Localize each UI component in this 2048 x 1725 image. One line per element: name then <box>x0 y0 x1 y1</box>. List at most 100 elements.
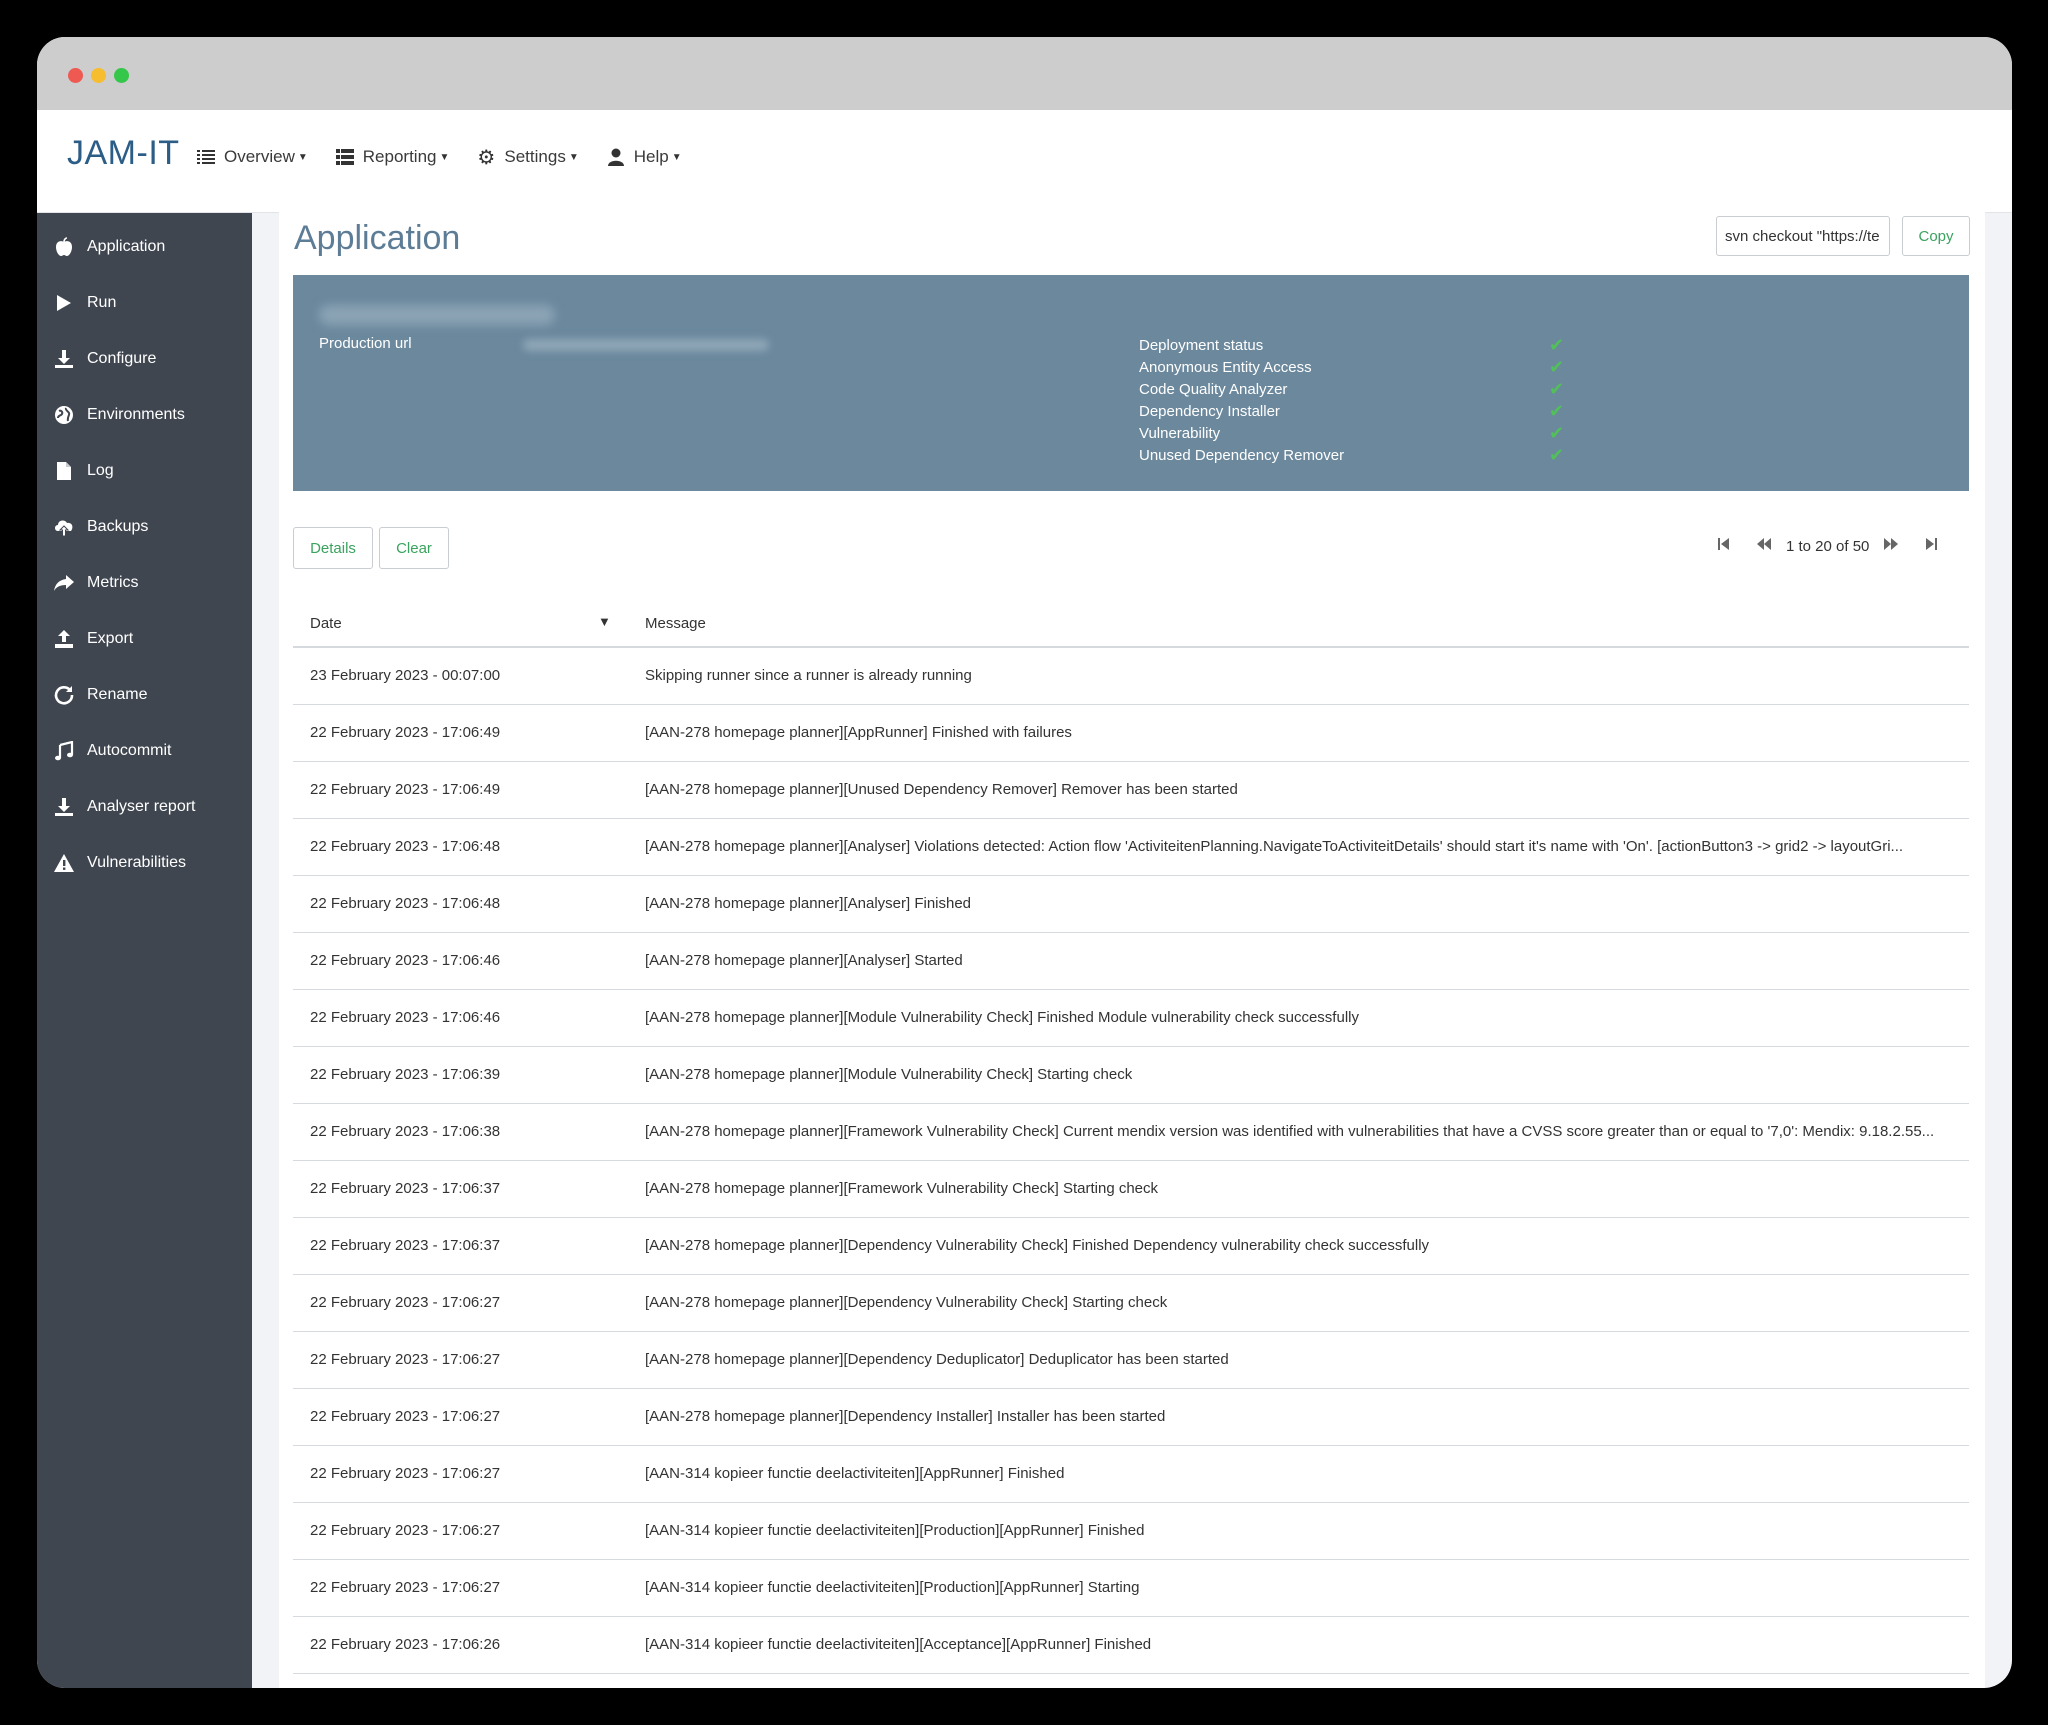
table-row[interactable]: 23 February 2023 - 00:07:00 Skipping runn… <box>293 648 1969 705</box>
maximize-window-button[interactable] <box>114 68 129 83</box>
column-header-message[interactable]: Message <box>645 615 706 632</box>
table-row[interactable]: 22 February 2023 - 17:06:27 [AAN-314 kopi… <box>293 1560 1969 1617</box>
nav-overview-label: Overview <box>224 147 295 166</box>
sidebar-item-label: Autocommit <box>87 742 172 759</box>
status-label: Unused Dependency Remover <box>1139 446 1345 464</box>
sidebar-item-label: Run <box>87 294 117 311</box>
row-message: [AAN-278 homepage planner][Analyser] Sta… <box>645 952 963 969</box>
sidebar-item-autocommit[interactable]: Autocommit <box>51 734 171 768</box>
clear-button[interactable]: Clear <box>379 527 449 569</box>
caret-down-icon: ▼ <box>671 151 682 163</box>
table-row[interactable]: 22 February 2023 - 17:06:46 [AAN-278 home… <box>293 933 1969 990</box>
minimize-window-button[interactable] <box>91 68 106 83</box>
row-date: 22 February 2023 - 17:06:27 <box>310 1294 501 1311</box>
nav-help-label: Help <box>633 147 669 166</box>
music-note-icon <box>51 738 77 764</box>
check-icon: ✔ <box>1549 444 1565 465</box>
row-message: [AAN-278 homepage planner][Framework Vul… <box>645 1123 1935 1140</box>
sidebar-item-environments[interactable]: Environments <box>51 398 185 432</box>
nav-overview[interactable]: Overview ▼ <box>195 146 308 168</box>
table-row[interactable]: 22 February 2023 - 17:06:38 [AAN-278 home… <box>293 1104 1969 1161</box>
table-row[interactable]: 22 February 2023 - 17:06:49 [AAN-278 home… <box>293 705 1969 762</box>
status-row: Deployment status ✔ <box>1139 334 1579 356</box>
row-date: 22 February 2023 - 17:06:49 <box>310 724 501 741</box>
sidebar-item-label: Log <box>87 462 114 479</box>
sidebar-item-label: Vulnerabilities <box>87 854 187 871</box>
nav-settings[interactable]: ⚙ Settings ▼ <box>475 146 579 169</box>
table-row[interactable]: 22 February 2023 - 17:06:27 [AAN-314 kopi… <box>293 1503 1969 1560</box>
cloud-upload-icon <box>51 514 77 540</box>
first-page-icon[interactable] <box>1704 537 1744 555</box>
row-date: 22 February 2023 - 17:06:46 <box>310 1009 501 1026</box>
row-message: [AAN-278 homepage planner][Framework Vul… <box>645 1180 1159 1197</box>
svn-checkout-input[interactable] <box>1716 216 1890 256</box>
next-page-icon[interactable] <box>1871 537 1911 555</box>
table-row[interactable]: 22 February 2023 - 17:06:46 [AAN-278 home… <box>293 990 1969 1047</box>
nav-reporting[interactable]: Reporting ▼ <box>334 146 449 168</box>
previous-page-icon[interactable] <box>1744 537 1784 555</box>
sort-descending-icon[interactable]: ▼ <box>598 614 611 629</box>
sidebar-item-label: Application <box>87 238 166 255</box>
row-message: [AAN-278 homepage planner][Analyser] Vio… <box>645 838 1904 855</box>
table-row[interactable]: 22 February 2023 - 17:06:27 [AAN-278 home… <box>293 1332 1969 1389</box>
sidebar-item-export[interactable]: Export <box>51 622 133 656</box>
table-row[interactable]: 22 February 2023 - 17:06:27 [AAN-278 home… <box>293 1275 1969 1332</box>
redacted-production-url[interactable] <box>523 339 769 351</box>
page-title: Application <box>294 219 461 257</box>
copy-button[interactable]: Copy <box>1902 216 1970 256</box>
sidebar-item-label: Export <box>87 630 134 647</box>
row-message: [AAN-314 kopieer functie deelactiviteite… <box>645 1636 1152 1653</box>
top-navbar: JAM-IT Overview ▼ Reporting ▼ ⚙ Settings… <box>37 110 2012 213</box>
sidebar: Application Run Configure Environments L… <box>37 213 252 1688</box>
row-date: 22 February 2023 - 17:06:27 <box>310 1579 501 1596</box>
table-row[interactable]: 22 February 2023 - 17:06:49 [AAN-278 home… <box>293 762 1969 819</box>
table-row[interactable]: 22 February 2023 - 17:06:48 [AAN-278 home… <box>293 876 1969 933</box>
row-date: 22 February 2023 - 17:06:48 <box>310 838 501 855</box>
sidebar-item-backups[interactable]: Backups <box>51 510 148 544</box>
log-table: Date ▼ Message 23 February 2023 - 00:07:… <box>293 601 1969 1674</box>
last-page-icon[interactable] <box>1911 537 1951 555</box>
status-list: Deployment status ✔ Anonymous Entity Acce… <box>1139 334 1579 466</box>
row-message: [AAN-278 homepage planner][Analyser] Fin… <box>645 895 972 912</box>
close-window-button[interactable] <box>68 68 83 83</box>
check-icon: ✔ <box>1549 400 1565 421</box>
sidebar-item-analyser-report[interactable]: Analyser report <box>51 790 196 824</box>
table-row[interactable]: 22 February 2023 - 17:06:48 [AAN-278 home… <box>293 819 1969 876</box>
file-icon <box>51 458 77 484</box>
sidebar-item-configure[interactable]: Configure <box>51 342 156 376</box>
table-row[interactable]: 22 February 2023 - 17:06:37 [AAN-278 home… <box>293 1218 1969 1275</box>
nav-help[interactable]: Help ▼ <box>605 146 682 168</box>
sidebar-item-vulnerabilities[interactable]: Vulnerabilities <box>51 846 186 880</box>
sidebar-item-label: Configure <box>87 350 157 367</box>
sidebar-item-label: Metrics <box>87 574 139 591</box>
application-info-panel: Production url Deployment status ✔ Anonym… <box>293 275 1969 491</box>
table-row[interactable]: 22 February 2023 - 17:06:39 [AAN-278 home… <box>293 1047 1969 1104</box>
sidebar-item-metrics[interactable]: Metrics <box>51 566 139 600</box>
refresh-icon <box>51 682 77 708</box>
row-date: 22 February 2023 - 17:06:46 <box>310 952 501 969</box>
row-message: [AAN-278 homepage planner][Dependency In… <box>645 1408 1166 1425</box>
apple-icon <box>51 234 77 260</box>
table-row[interactable]: 22 February 2023 - 17:06:27 [AAN-314 kopi… <box>293 1446 1969 1503</box>
sidebar-item-log[interactable]: Log <box>51 454 114 488</box>
row-date: 22 February 2023 - 17:06:27 <box>310 1522 501 1539</box>
nav-settings-label: Settings <box>504 147 566 166</box>
row-date: 22 February 2023 - 17:06:37 <box>310 1237 501 1254</box>
row-date: 22 February 2023 - 17:06:27 <box>310 1465 501 1482</box>
sidebar-item-rename[interactable]: Rename <box>51 678 147 712</box>
status-row: Unused Dependency Remover ✔ <box>1139 444 1579 466</box>
table-icon <box>334 146 356 168</box>
column-header-date[interactable]: Date <box>310 615 342 632</box>
download-icon <box>51 794 77 820</box>
gear-icon: ⚙ <box>477 146 496 169</box>
table-row[interactable]: 22 February 2023 - 17:06:27 [AAN-278 home… <box>293 1389 1969 1446</box>
sidebar-item-application[interactable]: Application <box>51 230 165 264</box>
app-logo[interactable]: JAM-IT <box>67 134 180 173</box>
details-button[interactable]: Details <box>293 527 373 569</box>
table-row[interactable]: 22 February 2023 - 17:06:26 [AAN-314 kopi… <box>293 1617 1969 1674</box>
caret-down-icon: ▼ <box>568 151 579 163</box>
row-date: 22 February 2023 - 17:06:38 <box>310 1123 501 1140</box>
nav-reporting-label: Reporting <box>362 147 437 166</box>
table-row[interactable]: 22 February 2023 - 17:06:37 [AAN-278 home… <box>293 1161 1969 1218</box>
sidebar-item-run[interactable]: Run <box>51 286 116 320</box>
